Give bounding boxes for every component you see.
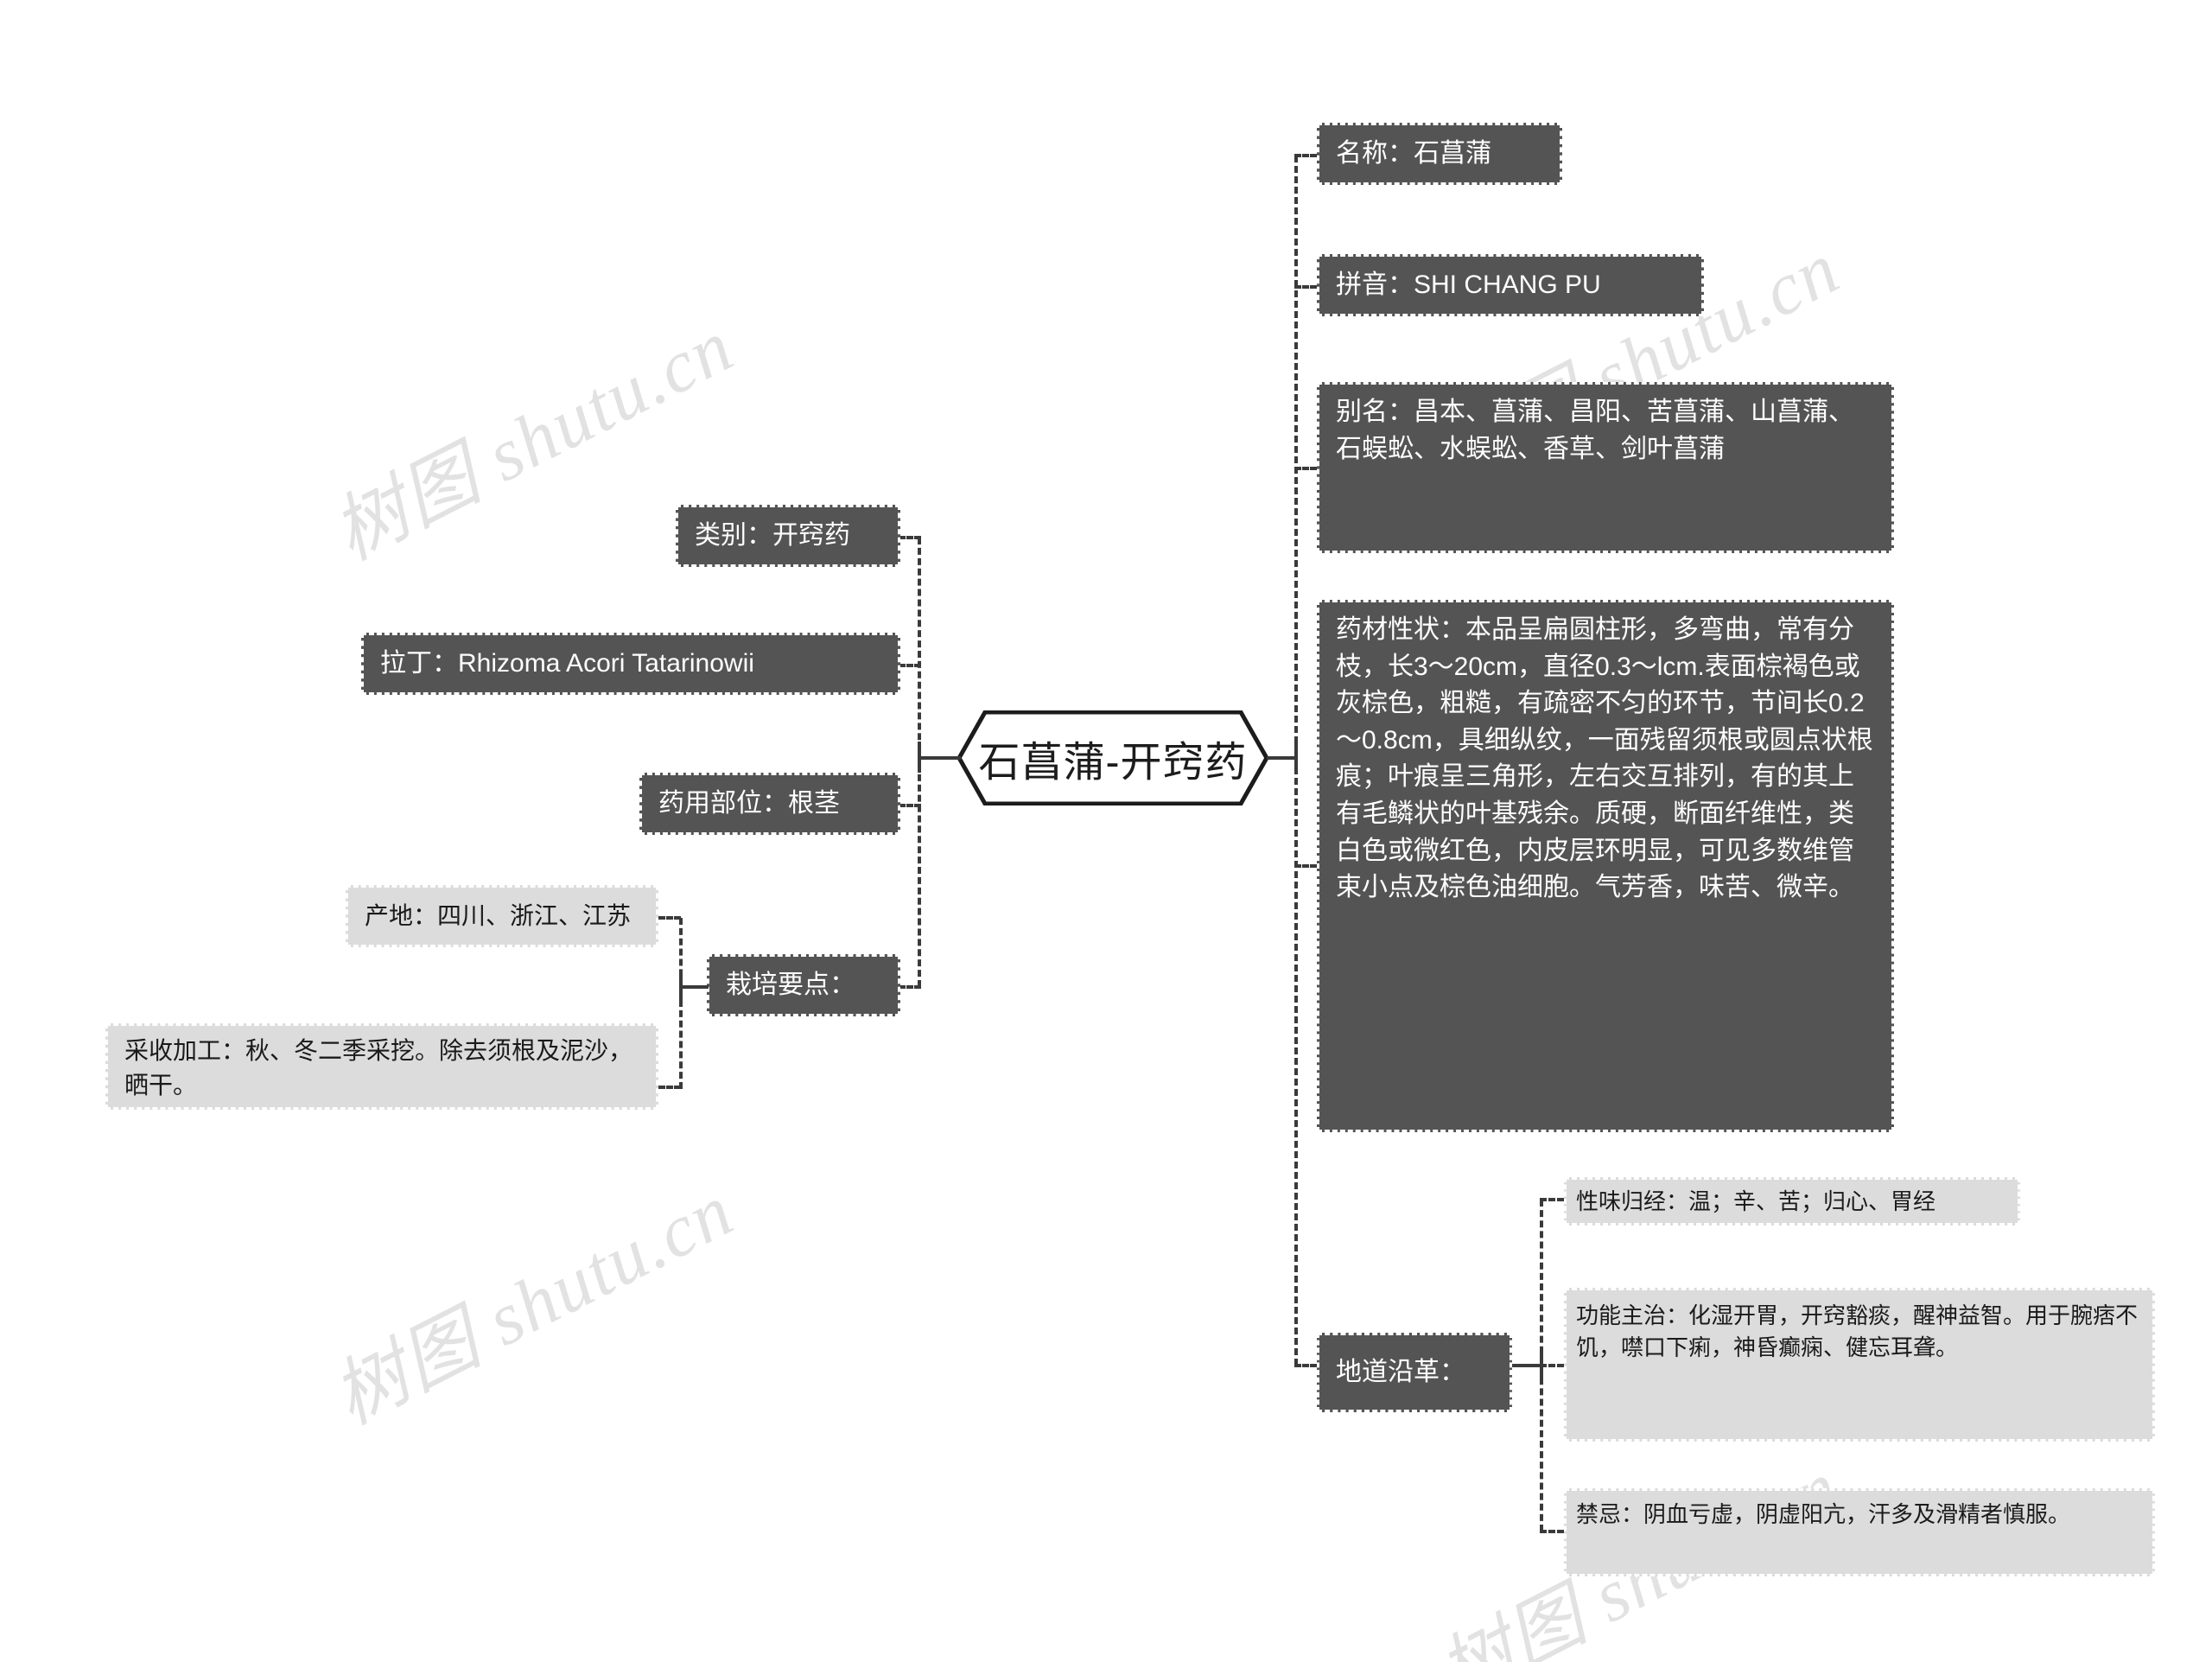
left-connector-latin (899, 664, 921, 667)
node-nature-taste-meridian[interactable]: 性味归经：温；辛、苦；归心、胃经 (1564, 1177, 2020, 1226)
right-connector-pinyin (1294, 285, 1317, 289)
node-pinyin[interactable]: 拼音：SHI CHANG PU (1317, 254, 1704, 316)
node-cultivation[interactable]: 栽培要点： (707, 954, 900, 1016)
cultivation-connector-harvest (658, 1086, 681, 1089)
node-name-label: 名称：石菖蒲 (1336, 138, 1491, 168)
authenticity-connector-contraindication (1540, 1530, 1564, 1533)
node-category-label: 类别：开窍药 (695, 520, 850, 550)
root-node[interactable]: 石菖蒲-开窍药 (957, 710, 1268, 806)
node-medicinal-part[interactable]: 药用部位：根茎 (639, 773, 900, 835)
left-connector-category (899, 536, 921, 539)
watermark-text: 树图 shutu.cn (320, 1168, 747, 1441)
node-origin[interactable]: 产地：四川、浙江、江苏 (346, 885, 658, 947)
node-pinyin-label: 拼音：SHI CHANG PU (1336, 270, 1601, 299)
right-connector-properties (1294, 864, 1317, 868)
node-name[interactable]: 名称：石菖蒲 (1317, 123, 1562, 185)
right-connector-authenticity (1294, 1364, 1317, 1367)
node-contraindications-label: 禁忌：阴血亏虚，阴虚阳亢，汗多及滑精者慎服。 (1576, 1501, 2071, 1527)
node-authenticity[interactable]: 地道沿革： (1317, 1333, 1512, 1412)
left-trunk-line (918, 538, 921, 987)
node-latin-name-label: 拉丁：Rhizoma Acori Tatarinowii (380, 648, 754, 678)
node-material-properties[interactable]: 药材性状：本品呈扁圆柱形，多弯曲，常有分枝，长3～20cm，直径0.3～lcm.… (1317, 600, 1894, 1132)
right-trunk-line (1294, 156, 1298, 1366)
node-category[interactable]: 类别：开窍药 (676, 505, 900, 567)
cultivation-connector-origin (658, 916, 681, 920)
root-node-label: 石菖蒲-开窍药 (978, 740, 1248, 786)
node-authenticity-label: 地道沿革： (1336, 1357, 1465, 1386)
node-alias[interactable]: 别名：昌本、菖蒲、昌阳、苦菖蒲、山菖蒲、石蜈蚣、水蜈蚣、香草、剑叶菖蒲 (1317, 382, 1894, 553)
node-functions-indications[interactable]: 功能主治：化湿开胃，开窍豁痰，醒神益智。用于腕痞不饥，噤口下痢，神昏癫痫、健忘耳… (1564, 1288, 2155, 1442)
right-connector-alias (1294, 467, 1317, 470)
authenticity-connector-functions (1540, 1364, 1564, 1367)
authenticity-connector-nature (1540, 1198, 1564, 1201)
right-connector-name (1294, 154, 1317, 157)
node-contraindications[interactable]: 禁忌：阴血亏虚，阴虚阳亢，汗多及滑精者慎服。 (1564, 1488, 2155, 1576)
cultivation-trunk-line (679, 918, 683, 1089)
root-left-stub (918, 756, 961, 760)
node-harvest-processing-label: 采收加工：秋、冬二季采挖。除去须根及泥沙，晒干。 (124, 1037, 633, 1098)
node-cultivation-label: 栽培要点： (726, 970, 855, 999)
cultivation-left-stub (679, 985, 709, 989)
node-material-properties-label: 药材性状：本品呈扁圆柱形，多弯曲，常有分枝，长3～20cm，直径0.3～lcm.… (1336, 615, 1873, 902)
node-medicinal-part-label: 药用部位：根茎 (658, 788, 840, 818)
node-functions-indications-label: 功能主治：化湿开胃，开窍豁痰，醒神益智。用于腕痞不饥，噤口下痢，神昏癫痫、健忘耳… (1576, 1302, 2139, 1360)
node-harvest-processing[interactable]: 采收加工：秋、冬二季采挖。除去须根及泥沙，晒干。 (105, 1023, 658, 1110)
authenticity-right-stub (1512, 1364, 1540, 1367)
mindmap-canvas: 树图 shutu.cn 树图 shutu.cn 树图 shutu.cn 树图 s… (0, 0, 2212, 1662)
left-connector-part (899, 804, 921, 807)
node-latin-name[interactable]: 拉丁：Rhizoma Acori Tatarinowii (361, 633, 900, 695)
node-origin-label: 产地：四川、浙江、江苏 (365, 902, 632, 930)
left-connector-cultivation (899, 985, 921, 989)
node-nature-taste-meridian-label: 性味归经：温；辛、苦；归心、胃经 (1576, 1188, 1936, 1214)
node-alias-label: 别名：昌本、菖蒲、昌阳、苦菖蒲、山菖蒲、石蜈蚣、水蜈蚣、香草、剑叶菖蒲 (1336, 398, 1854, 463)
root-right-stub (1267, 756, 1296, 760)
